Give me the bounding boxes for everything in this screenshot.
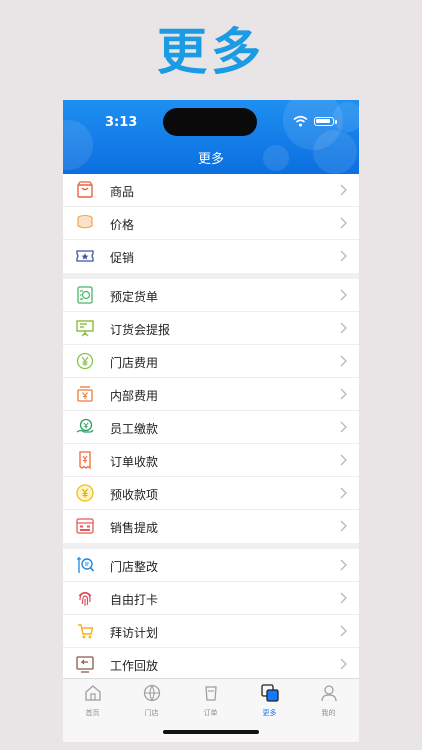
tab-label: 订单 xyxy=(203,709,218,717)
menu-item-label: 预定货单 xyxy=(110,290,159,304)
home-indicator xyxy=(163,730,259,734)
fingerprint-icon xyxy=(78,591,92,606)
menu-item-label: 门店整改 xyxy=(110,560,159,574)
menu-item-goods[interactable]: 商品 xyxy=(63,174,359,207)
menu-item-label: 拜访计划 xyxy=(110,626,159,640)
tab-profile[interactable]: 我的 xyxy=(299,683,358,718)
menu-item-price[interactable]: 价格 xyxy=(63,207,359,240)
coupon-ticket-icon xyxy=(76,250,94,262)
chevron-right-icon xyxy=(340,388,347,400)
tab-home[interactable]: 首页 xyxy=(63,683,122,718)
chevron-right-icon xyxy=(340,487,347,499)
status-time: 3:13 xyxy=(105,115,138,130)
tab-orders[interactable]: 订单 xyxy=(181,683,240,718)
wifi-icon xyxy=(293,115,308,127)
menu-item-reservation-order[interactable]: 预定货单 xyxy=(63,279,359,312)
coin-stack-icon xyxy=(77,214,93,229)
menu-item-staff-payment[interactable]: 员工缴款 xyxy=(63,411,359,444)
globe-store-icon xyxy=(143,684,160,702)
presentation-board-icon xyxy=(76,320,94,337)
order-cup-icon xyxy=(204,686,217,701)
menu-item-label: 门店费用 xyxy=(110,356,159,370)
home-icon xyxy=(84,685,101,701)
menu-item-label: 订单收款 xyxy=(110,455,159,469)
chevron-right-icon xyxy=(340,592,347,604)
menu-item-label: 商品 xyxy=(110,185,135,199)
menu-item-sales-commission[interactable]: 销售提成 xyxy=(63,510,359,543)
menu-item-free-checkin[interactable]: 自由打卡 xyxy=(63,582,359,615)
chevron-right-icon xyxy=(340,421,347,433)
yuan-coin-icon xyxy=(76,484,94,502)
chevron-right-icon xyxy=(340,520,347,532)
menu-group-3: 门店整改 自由打卡 拜访计划 工作回放 xyxy=(63,549,359,681)
menu-item-work-replay[interactable]: 工作回放 xyxy=(63,648,359,681)
menu-item-label: 预收款项 xyxy=(110,488,159,502)
menu-item-label: 员工缴款 xyxy=(110,422,159,436)
chevron-right-icon xyxy=(340,559,347,571)
phone-screen: 3:13 更多 商品 价格 促销 预定货单 订货会提报 门店费用 内部费用 员工… xyxy=(63,100,359,742)
menu-group-1: 商品 价格 促销 xyxy=(63,174,359,273)
replay-icon xyxy=(76,656,94,673)
reservation-sheet-icon xyxy=(77,286,93,304)
menu-item-label: 订货会提报 xyxy=(110,323,171,337)
nav-title: 更多 xyxy=(197,152,224,167)
inspect-magnifier-icon xyxy=(77,557,95,573)
chevron-right-icon xyxy=(340,184,347,196)
chevron-right-icon xyxy=(340,217,347,229)
chevron-right-icon xyxy=(340,355,347,367)
menu-item-advance-receipt[interactable]: 预收款项 xyxy=(63,477,359,510)
more-squares-icon xyxy=(260,684,279,702)
menu-item-visit-plan[interactable]: 拜访计划 xyxy=(63,615,359,648)
menu-group-2: 预定货单 订货会提报 门店费用 内部费用 员工缴款 订单收款 预收款项 销售提成 xyxy=(63,279,359,543)
dynamic-island xyxy=(163,108,257,136)
visit-cart-icon xyxy=(78,624,94,639)
tab-label: 首页 xyxy=(85,709,100,717)
battery-icon xyxy=(314,117,334,126)
hand-yuan-icon xyxy=(76,418,94,433)
yuan-box-icon xyxy=(77,386,93,402)
yuan-circle-icon xyxy=(76,352,94,370)
menu-item-promotion[interactable]: 促销 xyxy=(63,240,359,273)
yuan-receipt-icon xyxy=(79,451,91,470)
menu-item-order-collection[interactable]: 订单收款 xyxy=(63,444,359,477)
chevron-right-icon xyxy=(340,454,347,466)
menu-item-internal-expense[interactable]: 内部费用 xyxy=(63,378,359,411)
menu-item-label: 工作回放 xyxy=(110,659,159,673)
tab-label: 门店 xyxy=(144,709,159,717)
tab-bar: 首页 门店 订单 更多 我的 xyxy=(63,678,359,742)
profile-icon xyxy=(320,685,337,702)
tab-store[interactable]: 门店 xyxy=(122,683,181,718)
nav-bar: 3:13 更多 xyxy=(63,100,359,174)
menu-item-label: 内部费用 xyxy=(110,389,159,403)
menu-item-label: 促销 xyxy=(110,251,135,265)
chevron-right-icon xyxy=(340,250,347,262)
menu-item-store-expense[interactable]: 门店费用 xyxy=(63,345,359,378)
menu-item-label: 价格 xyxy=(110,218,135,232)
menu-item-order-fair[interactable]: 订货会提报 xyxy=(63,312,359,345)
chevron-right-icon xyxy=(340,658,347,670)
shopping-bag-icon xyxy=(77,181,93,198)
chevron-right-icon xyxy=(340,625,347,637)
menu-item-label: 销售提成 xyxy=(110,521,159,535)
menu-item-label: 自由打卡 xyxy=(110,593,159,607)
commission-calculator-icon xyxy=(76,518,94,534)
tab-more[interactable]: 更多 xyxy=(240,683,299,718)
hero-title: 更多 xyxy=(157,23,265,81)
tab-label: 更多 xyxy=(262,709,277,717)
chevron-right-icon xyxy=(340,322,347,334)
menu-item-store-rectification[interactable]: 门店整改 xyxy=(63,549,359,582)
menu-list: 商品 价格 促销 预定货单 订货会提报 门店费用 内部费用 员工缴款 订单收款 … xyxy=(63,174,359,687)
tab-label: 我的 xyxy=(321,709,336,717)
chevron-right-icon xyxy=(340,289,347,301)
